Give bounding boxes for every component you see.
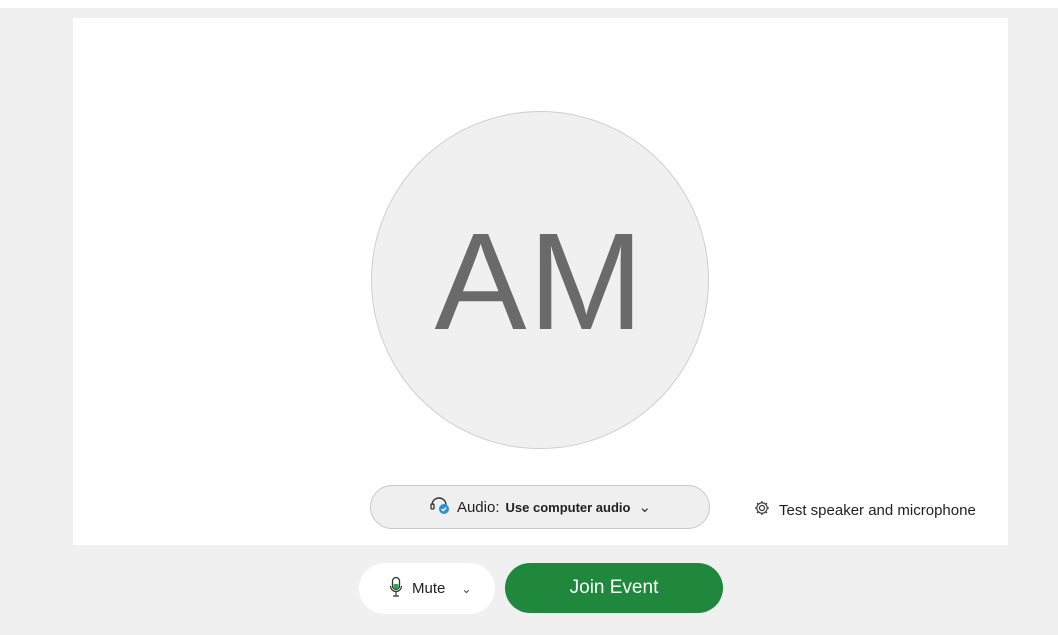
mute-label: Mute [412, 580, 446, 597]
join-event-button[interactable]: Join Event [505, 563, 723, 613]
audio-selector-button[interactable]: Audio: Use computer audio ⌄ [370, 485, 710, 529]
mute-options-chevron-icon[interactable]: ⌄ [461, 582, 471, 596]
avatar: AM [371, 111, 709, 449]
headset-check-icon [429, 494, 451, 520]
microphone-icon [389, 576, 403, 602]
avatar-initials: AM [434, 205, 646, 359]
top-strip [0, 0, 1058, 8]
test-speaker-label: Test speaker and microphone [779, 501, 976, 519]
chevron-down-icon: ⌄ [638, 499, 652, 516]
video-preview-area: AM Audio: Use computer audio ⌄ Test spea… [73, 18, 1008, 545]
audio-label: Audio: [456, 498, 500, 516]
mute-button[interactable]: Mute ⌄ [359, 563, 495, 614]
gear-icon [753, 499, 771, 521]
test-speaker-microphone-link[interactable]: Test speaker and microphone [753, 499, 976, 521]
audio-value: Use computer audio [505, 499, 631, 515]
